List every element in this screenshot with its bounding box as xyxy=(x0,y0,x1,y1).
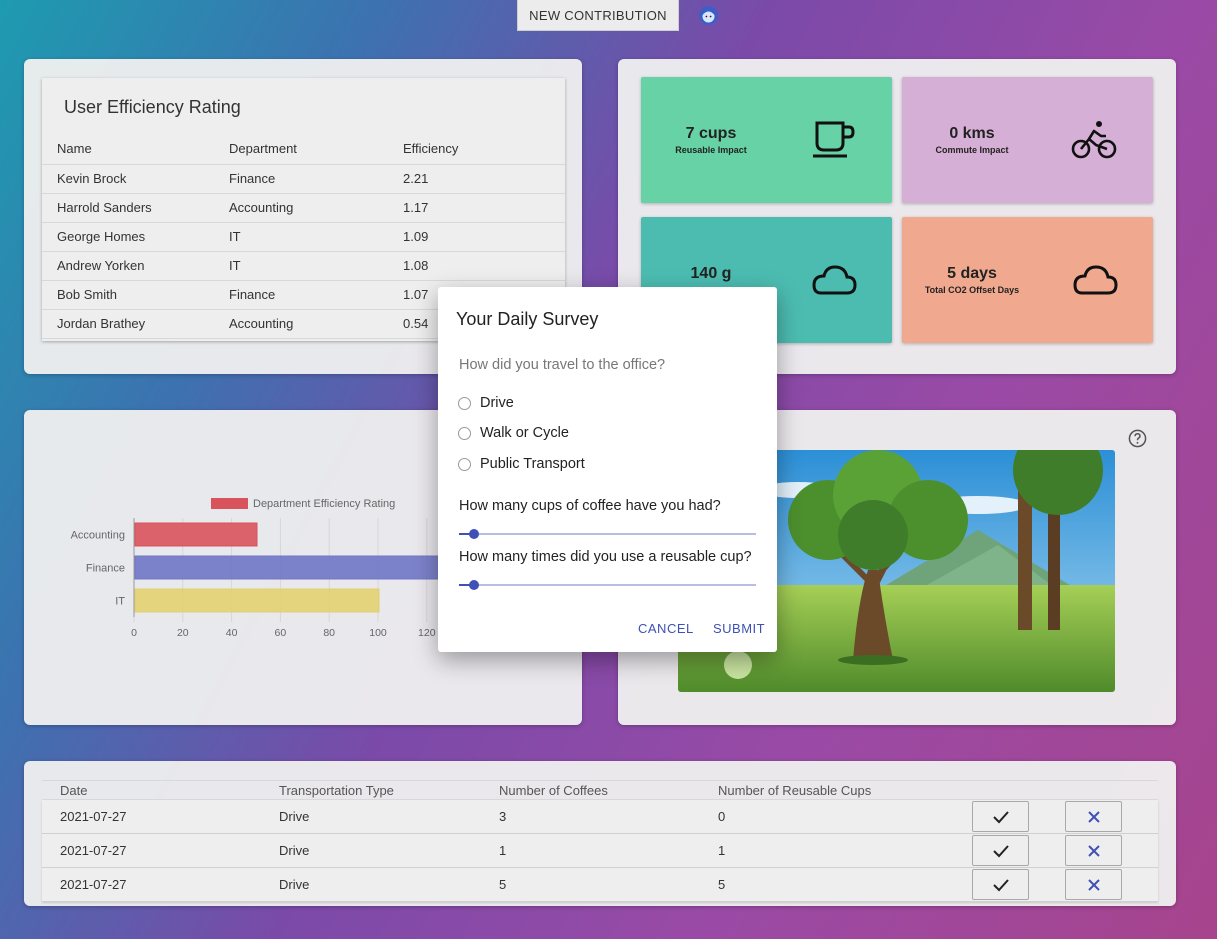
slider-track xyxy=(459,533,756,535)
coffee-slider[interactable] xyxy=(459,528,756,540)
radio-label: Walk or Cycle xyxy=(480,425,569,441)
radio-walk-or-cycle[interactable]: Walk or Cycle xyxy=(458,425,569,441)
coffee-question: How many cups of coffee have you had? xyxy=(459,498,721,514)
slider-thumb[interactable] xyxy=(469,580,479,590)
daily-survey-dialog: Your Daily Survey How did you travel to … xyxy=(438,287,777,652)
radio-label: Public Transport xyxy=(480,456,585,472)
radio-button[interactable] xyxy=(458,457,471,471)
travel-question: How did you travel to the office? xyxy=(459,357,666,373)
radio-label: Drive xyxy=(480,395,514,411)
slider-thumb[interactable] xyxy=(469,529,479,539)
radio-button[interactable] xyxy=(458,396,471,410)
radio-public-transport[interactable]: Public Transport xyxy=(458,456,585,472)
dialog-title: Your Daily Survey xyxy=(456,309,599,329)
reusable-question: How many times did you use a reusable cu… xyxy=(459,549,752,565)
slider-track xyxy=(459,584,756,586)
cancel-button[interactable]: CANCEL xyxy=(638,621,694,636)
radio-button[interactable] xyxy=(458,426,471,440)
submit-button[interactable]: SUBMIT xyxy=(713,621,765,636)
reusable-slider[interactable] xyxy=(459,579,756,591)
radio-drive[interactable]: Drive xyxy=(458,395,514,411)
